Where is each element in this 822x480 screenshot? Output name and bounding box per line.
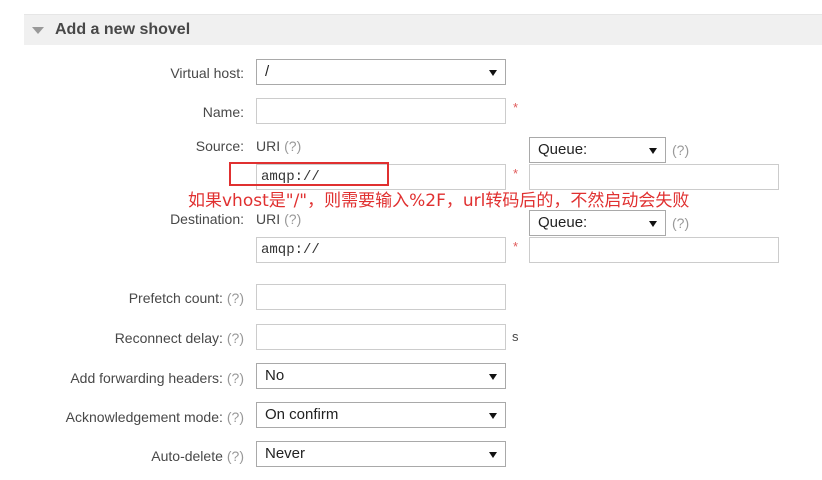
- source-uri-label: URI (?): [256, 138, 302, 154]
- collapse-triangle-icon[interactable]: [32, 27, 44, 34]
- section-title: Add a new shovel: [55, 21, 191, 38]
- source-label: Source:: [195, 138, 244, 154]
- help-icon[interactable]: (?): [227, 330, 244, 346]
- help-icon[interactable]: (?): [227, 409, 244, 425]
- highlight-box: [229, 162, 389, 186]
- ack-mode-label: Acknowledgement mode: (?): [65, 409, 244, 425]
- source-type-select[interactable]: Queue:: [529, 137, 666, 163]
- help-icon[interactable]: (?): [284, 211, 301, 227]
- destination-uri-label: URI (?): [256, 211, 302, 227]
- name-input[interactable]: [256, 98, 506, 124]
- prefetch-count-input[interactable]: [256, 284, 506, 310]
- chevron-down-icon: [489, 70, 497, 76]
- destination-label: Destination:: [170, 211, 244, 227]
- name-label: Name:: [202, 104, 244, 120]
- reconnect-delay-input[interactable]: [256, 324, 506, 350]
- reconnect-delay-unit: s: [512, 329, 519, 344]
- add-forwarding-headers-label: Add forwarding headers: (?): [70, 370, 244, 386]
- chevron-down-icon: [649, 148, 657, 154]
- chevron-down-icon: [649, 221, 657, 227]
- chevron-down-icon: [489, 374, 497, 380]
- required-asterisk: *: [513, 239, 519, 254]
- auto-delete-label: Auto-delete (?): [151, 448, 244, 464]
- required-asterisk: *: [513, 100, 519, 115]
- required-asterisk: *: [513, 166, 519, 181]
- ack-mode-select[interactable]: On confirm: [256, 402, 506, 428]
- auto-delete-select[interactable]: Never: [256, 441, 506, 467]
- section-header[interactable]: Add a new shovel: [24, 14, 822, 45]
- help-icon[interactable]: (?): [227, 370, 244, 386]
- chevron-down-icon: [489, 452, 497, 458]
- destination-queue-input[interactable]: [529, 237, 779, 263]
- virtual-host-select[interactable]: /: [256, 59, 506, 85]
- prefetch-count-label: Prefetch count: (?): [128, 290, 244, 306]
- virtual-host-label: Virtual host:: [170, 65, 244, 81]
- help-icon[interactable]: (?): [672, 142, 689, 158]
- help-icon[interactable]: (?): [672, 215, 689, 231]
- help-icon[interactable]: (?): [227, 290, 244, 306]
- destination-uri-input[interactable]: amqp://: [256, 237, 506, 263]
- destination-type-select[interactable]: Queue:: [529, 210, 666, 236]
- annotation-note: 如果vhost是"/"，则需要输入%2F，url转码后的，不然启动会失败: [188, 191, 690, 211]
- reconnect-delay-label: Reconnect delay: (?): [114, 330, 244, 346]
- help-icon[interactable]: (?): [227, 448, 244, 464]
- help-icon[interactable]: (?): [284, 138, 301, 154]
- chevron-down-icon: [489, 413, 497, 419]
- add-forwarding-headers-select[interactable]: No: [256, 363, 506, 389]
